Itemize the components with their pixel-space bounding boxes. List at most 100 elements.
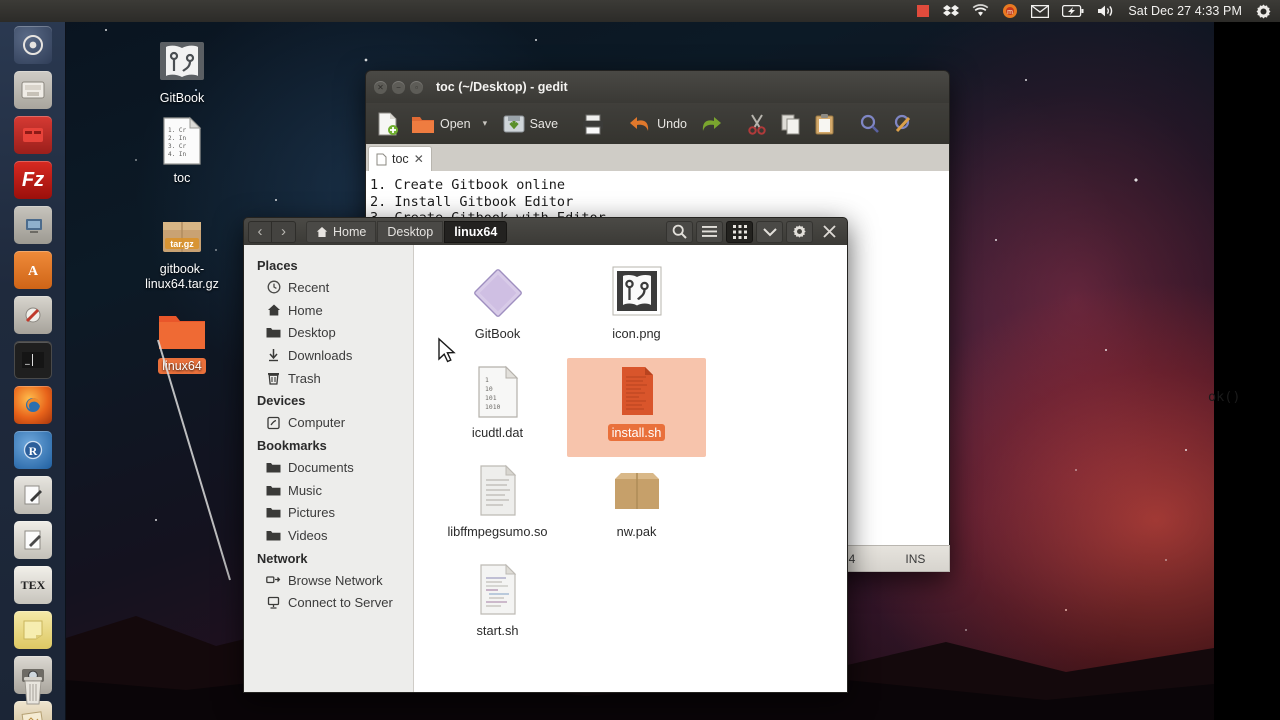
package-box-icon [611, 463, 663, 519]
search-icon[interactable] [666, 220, 693, 243]
sidebar-section-network: Network [257, 550, 308, 566]
sidebar-item-home[interactable]: Home [244, 299, 413, 322]
sidebar-item-downloads[interactable]: Downloads [244, 344, 413, 367]
launcher-item-trash[interactable] [9, 668, 57, 712]
sidebar-item-label: Downloads [288, 347, 353, 363]
sidebar-item-trash[interactable]: Trash [244, 367, 413, 390]
launcher-item-ubuntu-dash[interactable] [9, 23, 57, 67]
annotation-line [157, 339, 231, 581]
launcher-item-red-app[interactable] [9, 113, 57, 157]
minimize-button[interactable]: − [392, 80, 405, 94]
file-item-icudtl-dat[interactable]: 1 10 101 1010 icudtl.dat [428, 358, 567, 457]
sidebar-item-pictures[interactable]: Pictures [244, 502, 413, 525]
sidebar-item-label: Videos [288, 528, 328, 544]
sidebar-item-music[interactable]: Music [244, 479, 413, 502]
new-document-button[interactable] [372, 107, 404, 141]
svg-text:R: R [29, 444, 38, 458]
sidebar-item-connect-to-server[interactable]: Connect to Server [244, 592, 413, 615]
launcher-item-rstudio[interactable]: R [9, 428, 57, 472]
gedit-titlebar[interactable]: ✕ − ▫ toc (~/Desktop) - gedit [365, 70, 950, 103]
launcher-item-remote-desktop[interactable] [9, 203, 57, 247]
breadcrumb-desktop[interactable]: Desktop [377, 220, 444, 243]
save-button[interactable]: Save [498, 107, 564, 141]
grid-view-icon[interactable] [726, 220, 753, 243]
launcher-item-texteditor[interactable] [9, 473, 57, 517]
chevron-down-icon[interactable] [756, 220, 783, 243]
file-item-libffmpegsumo-so[interactable]: libffmpegsumo.so [428, 457, 567, 556]
script-document-icon [476, 562, 520, 618]
svg-text:101: 101 [485, 394, 497, 402]
sidebar-item-computer[interactable]: Computer [244, 411, 413, 434]
close-button[interactable]: ✕ [374, 80, 387, 94]
desktop-icon-gitbook-targz[interactable]: tar.gz gitbook-linux64.tar.gz [127, 200, 237, 293]
copy-button[interactable] [775, 107, 807, 141]
launcher-item-notes[interactable] [9, 608, 57, 652]
clock-indicator[interactable]: Sat Dec 27 4:33 PM [1126, 0, 1244, 22]
paste-button[interactable] [809, 107, 841, 141]
breadcrumb-home[interactable]: Home [306, 220, 377, 243]
file-item-gitbook[interactable]: GitBook [428, 259, 567, 358]
folder-icon [266, 325, 281, 340]
wifi-icon[interactable] [970, 0, 991, 22]
launcher-item-terminal[interactable]: _ [9, 338, 57, 382]
launcher-item-gedit[interactable] [9, 518, 57, 562]
chevron-right-icon: › [281, 223, 286, 240]
red-square-indicator[interactable] [914, 0, 932, 22]
volume-icon[interactable] [1095, 0, 1117, 22]
gedit-tab-toc[interactable]: toc ✕ [368, 146, 432, 171]
launcher-item-filezilla[interactable]: Fz [9, 158, 57, 202]
file-manager-sidebar[interactable]: Places Recent Home Desktop Downloads Tra… [244, 245, 414, 692]
desktop-icon-label: gitbook-linux64.tar.gz [145, 262, 219, 291]
gedit-tabbar[interactable]: toc ✕ [365, 144, 950, 171]
open-button[interactable]: Open [406, 107, 476, 141]
sidebar-item-recent[interactable]: Recent [244, 276, 413, 299]
forward-button[interactable]: › [272, 220, 296, 243]
launcher-item-tools[interactable] [9, 293, 57, 337]
file-manager-header[interactable]: ‹ › Home Desktop linux64 [243, 217, 848, 245]
file-item-icon-png[interactable]: icon.png [567, 259, 706, 358]
launcher-item-latex[interactable]: TEX [9, 563, 57, 607]
redo-button[interactable] [694, 107, 728, 141]
sidebar-item-browse-network[interactable]: Browse Network [244, 569, 413, 592]
top-panel[interactable]: m Sat Dec 27 4:33 PM [0, 0, 1280, 22]
launcher-item-archive-manager[interactable]: A [9, 248, 57, 292]
replace-button[interactable] [888, 107, 920, 141]
desktop-icon-gitbook[interactable]: GitBook [127, 28, 237, 107]
close-icon[interactable] [816, 221, 843, 243]
orange-app-icon[interactable]: m [1000, 0, 1020, 22]
launcher-item-firefox[interactable] [9, 383, 57, 427]
gedit-toolbar[interactable]: Open ▾ Save Undo [365, 103, 950, 144]
launcher-item-files[interactable] [9, 68, 57, 112]
file-item-start-sh[interactable]: start.sh [428, 556, 567, 655]
file-item-nw-pak[interactable]: nw.pak [567, 457, 706, 556]
gitbook-diamond-icon [470, 265, 526, 321]
file-item-label: icudtl.dat [471, 425, 524, 440]
list-view-icon[interactable] [696, 220, 723, 243]
gedit-tab-close-icon[interactable]: ✕ [414, 152, 424, 166]
breadcrumb[interactable]: Home Desktop linux64 [306, 220, 508, 243]
sidebar-item-documents[interactable]: Documents [244, 456, 413, 479]
gedit-line-1: 1. Create Gitbook online [370, 177, 566, 193]
gear-icon[interactable] [786, 220, 813, 243]
mail-icon[interactable] [1029, 0, 1051, 22]
maximize-button[interactable]: ▫ [410, 80, 423, 94]
open-dropdown-button[interactable]: ▾ [478, 107, 496, 141]
sidebar-item-videos[interactable]: Videos [244, 524, 413, 547]
sidebar-item-desktop[interactable]: Desktop [244, 321, 413, 344]
file-manager-toolbar[interactable] [666, 220, 843, 243]
unity-launcher[interactable]: Fz A _ R TEX [0, 0, 66, 720]
undo-button[interactable]: Undo [623, 107, 692, 141]
gear-icon[interactable] [1253, 0, 1274, 22]
file-item-install-sh[interactable]: install.sh [567, 358, 706, 457]
back-button[interactable]: ‹ [248, 220, 272, 243]
battery-icon[interactable] [1060, 0, 1086, 22]
breadcrumb-linux64[interactable]: linux64 [444, 220, 508, 243]
file-manager-window[interactable]: ‹ › Home Desktop linux64 Places Recent H… [243, 217, 848, 693]
breadcrumb-desktop-label: Desktop [387, 224, 434, 239]
print-button[interactable] [576, 107, 610, 141]
dropbox-icon[interactable] [941, 0, 961, 22]
cut-button[interactable] [741, 107, 773, 141]
find-button[interactable] [854, 107, 886, 141]
file-manager-content[interactable]: GitBook icon.png 1 10 101 1010 icudtl.da… [414, 245, 847, 692]
desktop-icon-toc[interactable]: 1. Cr 2. In 3. Cr 4. In toc [127, 108, 237, 187]
